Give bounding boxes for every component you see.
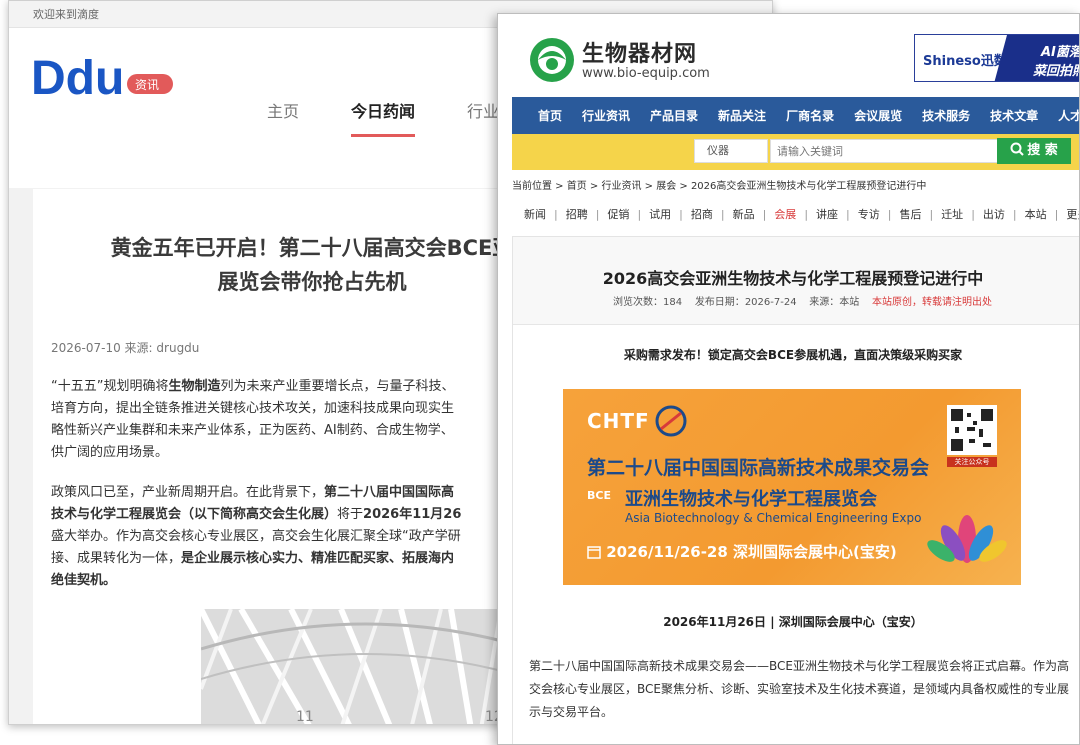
- left-para-1: “十五五”规划明确将生物制造列为未来产业重要增长点，与量子科技、 培育方向，提出…: [51, 379, 455, 460]
- filter-visits[interactable]: 出访: [983, 206, 1005, 222]
- ad-brand: Shineso迅数: [923, 54, 1007, 69]
- filter-investment[interactable]: 招商: [691, 206, 713, 222]
- left-article-photo: 11 12: [201, 609, 531, 725]
- original-notice: 本站原创，转载请注明出处: [872, 297, 993, 308]
- bio-equip-logo-icon[interactable]: [528, 36, 576, 84]
- filter-this-site[interactable]: 本站: [1025, 206, 1047, 222]
- calendar-icon: [587, 546, 601, 559]
- left-title-line2: 展览会带你抢占先机: [217, 270, 407, 294]
- publish-date: 2026-7-24: [744, 297, 797, 308]
- nav-jobs[interactable]: 人才招聘: [1058, 107, 1079, 124]
- bio-equip-header: 生物器材网 www.bio-equip.com Shineso迅数 AI菌落 菜…: [498, 14, 1080, 97]
- poster-date-location: 2026/11/26-28 深圳国际会展中心(宝安): [587, 541, 897, 562]
- search-category-select[interactable]: 仪器: [694, 139, 768, 163]
- left-nav-today-news[interactable]: 今日药闻: [351, 98, 416, 137]
- filter-trial[interactable]: 试用: [649, 206, 671, 222]
- left-para-2: 政策风口已至，产业新周期开启。在此背景下，第二十八届中国国际高 技术与化学工程展…: [51, 485, 462, 588]
- lotus-graphic-icon: [927, 515, 1007, 563]
- breadcrumb[interactable]: 当前位置 > 首页 > 行业资讯 > 展会 > 2026高交会亚洲生物技术与化学…: [512, 177, 926, 192]
- right-article-meta: 浏览次数：184 发布日期：2026-7-24 来源：本站 本站原创，转载请注明…: [613, 297, 993, 308]
- nav-tech-articles[interactable]: 技术文章: [990, 107, 1038, 124]
- left-article-meta: 2026-07-10 来源: drugdu: [51, 341, 200, 355]
- nav-new-products[interactable]: 新品关注: [718, 107, 766, 124]
- filter-after-sales[interactable]: 售后: [899, 206, 921, 222]
- right-article: 2026高交会亚洲生物技术与化学工程展预登记进行中 浏览次数：184 发布日期：…: [512, 236, 1079, 744]
- poster-subtitle-cn: 亚洲生物技术与化学工程展览会: [625, 489, 877, 510]
- shineso-ad-banner[interactable]: Shineso迅数 AI菌落 菜回拍照: [914, 34, 1080, 82]
- filter-news[interactable]: 新闻: [524, 206, 546, 222]
- bio-equip-main-nav: 首页 行业资讯 产品目录 新品关注 厂商名录 会议展览 技术服务 技术文章 人才…: [512, 97, 1079, 134]
- nav-industry-news[interactable]: 行业资讯: [582, 107, 630, 124]
- source: 本站: [839, 297, 860, 308]
- welcome-text: 欢迎来到滴度: [33, 8, 99, 21]
- right-article-body: 第二十八届中国国际高新技术成果交易会——BCE亚洲生物技术与化学工程展览会将正式…: [529, 659, 1069, 719]
- event-date-location: 2026年11月26日 | 深圳国际会展中心（宝安）: [663, 615, 923, 629]
- filter-more[interactable]: 更多 >: [1066, 206, 1079, 222]
- filter-interviews[interactable]: 专访: [858, 206, 880, 222]
- nav-vendors[interactable]: 厂商名录: [786, 107, 834, 124]
- ddu-logo-icon: Ddu 资讯: [31, 52, 173, 105]
- ad-line2: 菜回拍照: [1033, 64, 1080, 79]
- ad-line1: AI菌落: [1041, 45, 1080, 60]
- left-title-line1: 黄金五年已开启！第二十八届高交会BCE亚: [110, 236, 514, 260]
- nav-tech-services[interactable]: 技术服务: [922, 107, 970, 124]
- news-category-filter: 新闻 | 招聘 | 促销 | 试用 | 招商 | 新品 | 会展 | 讲座 | 专访 | 售后 | …: [512, 202, 1079, 226]
- filter-jobs[interactable]: 招聘: [566, 206, 588, 222]
- search-icon: [1010, 142, 1024, 156]
- chtf-poster-image: CHTF 第二十八届中国国际高新技术成果交易会 BCE 亚洲生物技术与化学工程展…: [563, 389, 1021, 585]
- search-button[interactable]: 搜 索: [997, 138, 1071, 164]
- left-nav-home[interactable]: 主页: [267, 98, 299, 137]
- filter-new-products[interactable]: 新品: [733, 206, 755, 222]
- chtf-emblem-icon: [655, 405, 687, 437]
- chtf-logo: CHTF: [587, 409, 650, 433]
- poster-subtitle-en: Asia Biotechnology & Chemical Engineerin…: [625, 511, 922, 525]
- nav-home[interactable]: 首页: [538, 107, 562, 124]
- left-nav-industry[interactable]: 行业: [467, 98, 499, 137]
- nav-product-catalog[interactable]: 产品目录: [650, 107, 698, 124]
- right-browser-window: 生物器材网 www.bio-equip.com Shineso迅数 AI菌落 菜…: [497, 13, 1080, 745]
- view-count: 184: [663, 297, 683, 308]
- search-input[interactable]: [770, 139, 998, 163]
- left-article-title: 黄金五年已开启！第二十八届高交会BCE亚 展览会带你抢占先机: [77, 231, 547, 299]
- site-url[interactable]: www.bio-equip.com: [582, 66, 710, 81]
- filter-lectures[interactable]: 讲座: [816, 206, 838, 222]
- right-article-title: 2026高交会亚洲生物技术与化学工程展预登记进行中: [602, 269, 984, 288]
- filter-relocation[interactable]: 迁址: [941, 206, 963, 222]
- svg-text:11: 11: [296, 709, 314, 725]
- filter-exhibitions[interactable]: 会展: [774, 206, 796, 222]
- logo-text: Ddu: [31, 52, 124, 104]
- article-title-box: 2026高交会亚洲生物技术与化学工程展预登记进行中 浏览次数：184 发布日期：…: [513, 237, 1079, 325]
- nav-exhibitions[interactable]: 会议展览: [854, 107, 902, 124]
- bce-logo: BCE: [587, 489, 611, 502]
- poster-title: 第二十八届中国国际高新技术成果交易会: [587, 457, 930, 479]
- logo-badge: 资讯: [135, 78, 159, 92]
- ddu-logo[interactable]: Ddu 资讯: [31, 48, 181, 108]
- search-bar: 仪器 搜 索: [512, 134, 1079, 170]
- site-name[interactable]: 生物器材网: [582, 36, 697, 68]
- qr-code-image: [947, 405, 997, 455]
- qr-code-label: 关注公众号: [947, 457, 997, 467]
- right-article-subtitle: 采购需求发布！锁定高交会BCE参展机遇，直面决策级采购买家: [623, 348, 963, 362]
- filter-promo[interactable]: 促销: [607, 206, 629, 222]
